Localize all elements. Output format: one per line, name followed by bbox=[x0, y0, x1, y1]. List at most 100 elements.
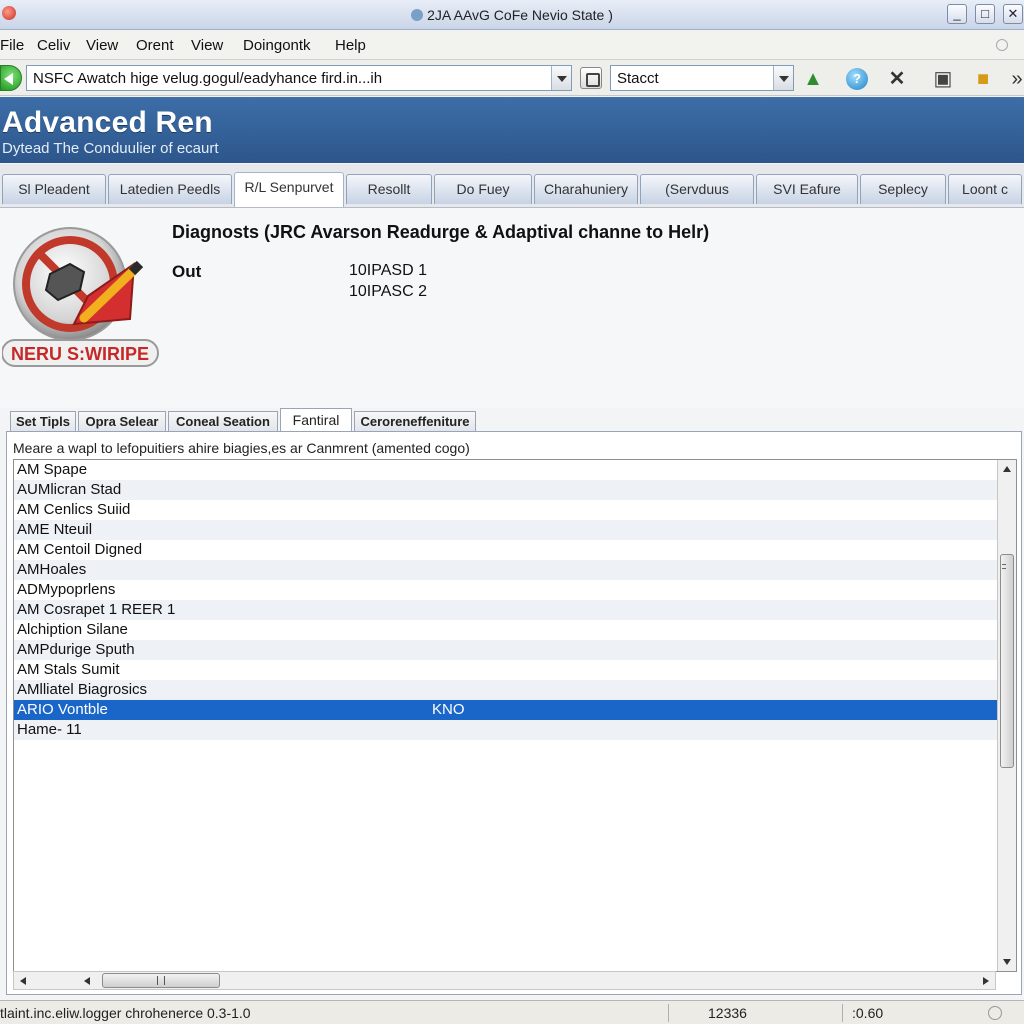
list-item-label: AME Nteuil bbox=[17, 521, 93, 538]
list-item-label: AUMlicran Stad bbox=[17, 481, 122, 498]
address-dropdown-icon[interactable] bbox=[551, 66, 571, 90]
warning-icon[interactable]: ▲ bbox=[800, 66, 826, 92]
scroll-left-icon[interactable] bbox=[20, 977, 26, 985]
menu-help[interactable]: Help bbox=[335, 37, 366, 54]
item-list[interactable]: AM Spape AUMlicran Stad AM Cenlics Suiid AM… bbox=[13, 459, 1017, 972]
tab-resollt[interactable]: Resollt bbox=[346, 174, 432, 204]
tab-latedien-peedls[interactable]: Latedien Peedls bbox=[108, 174, 232, 204]
address-input[interactable]: NSFC Awatch hige velug.gogul/eadyhance f… bbox=[26, 65, 572, 91]
tab-charahuniery[interactable]: Charahuniery bbox=[534, 174, 638, 204]
status-indicator-icon bbox=[996, 39, 1008, 51]
list-item[interactable]: Alchiption Silane bbox=[14, 620, 997, 640]
search-text: Stacct bbox=[617, 70, 659, 87]
list-item[interactable]: AME Nteuil bbox=[14, 520, 997, 540]
list-item[interactable]: ARIO Vontble KNO bbox=[14, 700, 997, 720]
menu-bar: File Celiv View Orent View Doingontk Hel… bbox=[0, 30, 1024, 60]
output-label: Out bbox=[172, 262, 202, 281]
banner-title: Advanced Ren bbox=[2, 106, 213, 139]
list-item[interactable]: AM Cenlics Suiid bbox=[14, 500, 997, 520]
menu-doingontk[interactable]: Doingontk bbox=[243, 37, 311, 54]
grip-icon bbox=[1002, 564, 1006, 569]
search-dropdown-icon[interactable] bbox=[773, 66, 793, 90]
tab-servduus[interactable]: (Servduus bbox=[640, 174, 754, 204]
title-bar: 2JA AAvG CoFe Nevio State ) _ □ ✕ bbox=[0, 0, 1024, 30]
subtab-opra-selear[interactable]: Opra Selear bbox=[78, 411, 166, 433]
tab-do-fuey[interactable]: Do Fuey bbox=[434, 174, 532, 204]
banner-subtitle: Dytead The Conduulier of ecaurt bbox=[2, 140, 219, 157]
logo: NERU S:WIRIPE bbox=[1, 224, 162, 369]
list-item[interactable]: AUMlicran Stad bbox=[14, 480, 997, 500]
scroll-left-page-icon[interactable] bbox=[84, 977, 90, 985]
document-icon bbox=[411, 9, 424, 21]
content-header: NERU S:WIRIPE Diagnosts (JRC Avarson Rea… bbox=[0, 208, 1024, 408]
maximize-button[interactable]: □ bbox=[975, 4, 995, 24]
list-item[interactable]: AM Centoil Digned bbox=[14, 540, 997, 560]
list-item-label: AMPdurige Sputh bbox=[17, 641, 135, 658]
horizontal-scrollbar[interactable] bbox=[13, 971, 996, 990]
list-item-label: ARIO Vontble bbox=[17, 701, 108, 718]
menu-view[interactable]: View bbox=[86, 37, 118, 54]
menu-view-2[interactable]: View bbox=[191, 37, 223, 54]
search-input[interactable]: Stacct bbox=[610, 65, 794, 91]
vertical-scrollbar[interactable] bbox=[997, 460, 1016, 971]
stop-icon[interactable]: ✕ bbox=[884, 66, 910, 92]
list-item[interactable]: Hame- 11 bbox=[14, 720, 997, 740]
tab-senpurvet[interactable]: R/L Senpurvet bbox=[234, 172, 344, 207]
menu-file[interactable]: File bbox=[0, 37, 24, 54]
list-item-label: AM Spape bbox=[17, 461, 88, 478]
list-item[interactable]: AMHoales bbox=[14, 560, 997, 580]
list-item[interactable]: AM Spape bbox=[14, 460, 997, 480]
back-arrow-icon[interactable] bbox=[0, 65, 22, 91]
menu-orent[interactable]: Orent bbox=[136, 37, 174, 54]
close-button[interactable]: ✕ bbox=[1003, 4, 1023, 24]
status-text: tlaint.inc.eliw.logger chrohenerce 0.3-1… bbox=[0, 1005, 251, 1021]
vertical-scroll-thumb[interactable] bbox=[1000, 554, 1014, 768]
address-toolbar: NSFC Awatch hige velug.gogul/eadyhance f… bbox=[0, 60, 1024, 96]
list-panel: Meare a wapl to lefopuitiers ahire biagi… bbox=[6, 431, 1022, 995]
scroll-right-icon[interactable] bbox=[983, 977, 989, 985]
list-item-value: KNO bbox=[432, 701, 465, 718]
scroll-up-icon[interactable] bbox=[1003, 466, 1011, 472]
minimize-button[interactable]: _ bbox=[947, 4, 967, 24]
list-item-label: AM Cenlics Suiid bbox=[17, 501, 131, 518]
status-divider bbox=[668, 1004, 669, 1022]
tab-seplecy[interactable]: Seplecy bbox=[860, 174, 946, 204]
list-item[interactable]: AM Cosrapet 1 REER 1 bbox=[14, 600, 997, 620]
subtab-set-tipls[interactable]: Set Tipls bbox=[10, 411, 76, 433]
panel-description: Meare a wapl to lefopuitiers ahire biagi… bbox=[13, 440, 470, 456]
nav-tabs: Sl Pleadent Latedien Peedls R/L Senpurve… bbox=[0, 164, 1024, 208]
horizontal-scroll-thumb[interactable] bbox=[102, 973, 220, 988]
list-item[interactable]: AM Stals Sumit bbox=[14, 660, 997, 680]
doc-icon[interactable]: ■ bbox=[970, 66, 996, 92]
globe-icon[interactable]: ? bbox=[846, 68, 868, 90]
tab-pleadent[interactable]: Sl Pleadent bbox=[2, 174, 106, 204]
list-item-label: AMHoales bbox=[17, 561, 87, 578]
more-icon[interactable]: » bbox=[1004, 66, 1024, 92]
security-icon bbox=[988, 1006, 1002, 1020]
list-item-label: Hame- 11 bbox=[17, 721, 82, 738]
list-item-label: ADMypoprlens bbox=[17, 581, 116, 598]
tab-eafure[interactable]: SVI Eafure bbox=[756, 174, 858, 204]
status-count: 12336 bbox=[708, 1005, 747, 1021]
tab-loont[interactable]: Loont c bbox=[948, 174, 1022, 204]
list-item-label: AM Stals Sumit bbox=[17, 661, 120, 678]
address-text: NSFC Awatch hige velug.gogul/eadyhance f… bbox=[33, 70, 383, 87]
list-item-label: AMlliatel Biagrosics bbox=[17, 681, 148, 698]
grip-icon bbox=[157, 976, 165, 985]
list-item[interactable]: AMlliatel Biagrosics bbox=[14, 680, 997, 700]
scroll-down-icon[interactable] bbox=[1003, 959, 1011, 965]
status-bar: tlaint.inc.eliw.logger chrohenerce 0.3-1… bbox=[0, 1000, 1024, 1024]
status-zoom: :0.60 bbox=[852, 1005, 884, 1021]
logo-text: NERU S:WIRIPE bbox=[11, 344, 149, 364]
print-icon[interactable]: ▣ bbox=[930, 66, 956, 92]
subtab-coneal-seation[interactable]: Coneal Seation bbox=[168, 411, 278, 433]
list-item[interactable]: AMPdurige Sputh bbox=[14, 640, 997, 660]
list-item-label: AM Centoil Digned bbox=[17, 541, 143, 558]
menu-edit[interactable]: Celiv bbox=[37, 37, 70, 54]
page-title: Diagnosts (JRC Avarson Readurge & Adapti… bbox=[172, 222, 710, 242]
logo-graphic: NERU S:WIRIPE bbox=[1, 227, 159, 367]
list-item-label: Alchiption Silane bbox=[17, 621, 128, 638]
list-item[interactable]: ADMypoprlens bbox=[14, 580, 997, 600]
subtab-ceroreneffeniture[interactable]: Ceroreneffeniture bbox=[354, 411, 476, 433]
go-icon[interactable] bbox=[580, 67, 602, 89]
